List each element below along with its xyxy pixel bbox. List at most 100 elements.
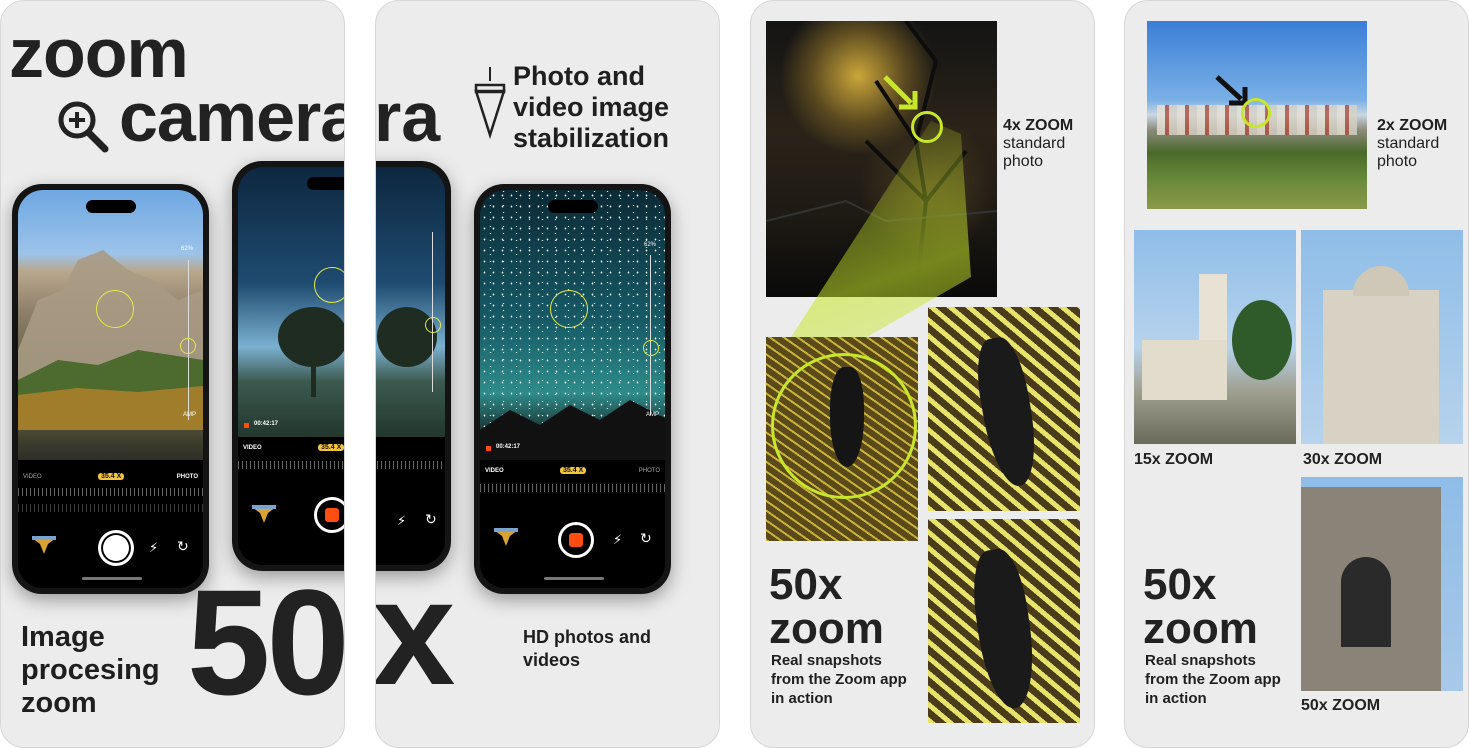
camera-controls: VIDEO 35.4 X PHOTO ⚡︎ ↻ <box>480 460 665 588</box>
crow-closeup-1 <box>928 307 1080 511</box>
mode-video[interactable]: VIDEO <box>243 445 262 451</box>
snapshots-line-3: in action <box>1145 690 1207 707</box>
record-square <box>569 533 583 547</box>
tower-30x-photo <box>1301 230 1463 444</box>
zoom-ruler-2[interactable] <box>18 504 203 512</box>
zoom-ruler[interactable] <box>238 461 344 469</box>
focus-ring[interactable] <box>96 290 134 328</box>
zoom-ruler[interactable] <box>18 488 203 496</box>
zoom-ruler[interactable] <box>376 461 445 469</box>
snapshots-caption: Real snapshots from the Zoom app in acti… <box>1145 651 1281 708</box>
flash-icon[interactable]: ⚡︎ <box>397 513 406 529</box>
subtitle-line-3: zoom <box>21 687 97 719</box>
phone-screen: 00:42:17 VIDEO 35.4 X <box>238 167 344 565</box>
phone-mockup-right: 00:42:17 VIDEO 35.4 X <box>232 161 344 571</box>
phone-mockup-left: 62% AMP VIDEO 35.4 X PHOTO ⚡︎ ↻ <box>12 184 209 594</box>
label-15x-zoom: 15x ZOOM <box>1134 451 1214 468</box>
snapshots-line-2: from the Zoom app <box>1145 671 1281 688</box>
phone-screen: 62% AMP 00:42:17 VIDEO 35.4 X PHOTO ⚡︎ ↻ <box>480 190 665 588</box>
record-square <box>325 508 339 522</box>
mode-video[interactable]: VIDEO <box>23 474 42 480</box>
headline-50x-zoom: 50x zoom <box>1143 563 1258 651</box>
tree-silhouette <box>377 307 437 367</box>
arrow-icon <box>881 73 921 113</box>
gallery-thumbnail[interactable] <box>30 534 58 558</box>
slider-percent: 62% <box>644 242 657 248</box>
snapshots-line-3: in action <box>771 690 833 707</box>
crow-zoom-ring <box>771 353 917 499</box>
church-15x-photo <box>1134 230 1296 444</box>
tower-window <box>1341 557 1391 647</box>
camera-controls: VIDEO 35.4 X <box>238 437 344 565</box>
photo-caption: 4x ZOOM standard photo <box>1003 117 1073 171</box>
headline-50x-zoom: 50x zoom <box>769 563 884 651</box>
label-50x-zoom: 50x ZOOM <box>1301 697 1381 714</box>
headline-line-2: zoom <box>1143 604 1258 653</box>
tower-50x-photo <box>1301 477 1463 691</box>
snapshots-line-1: Real snapshots <box>771 652 882 669</box>
caption-zoom-level: 4x ZOOM <box>1003 117 1074 134</box>
snapshots-caption: Real snapshots from the Zoom app in acti… <box>771 651 907 708</box>
switch-camera-icon[interactable]: ↻ <box>640 530 652 547</box>
sunset-tree-photo <box>238 167 344 457</box>
mode-photo[interactable]: PHOTO <box>639 468 660 474</box>
photo-caption: 2x ZOOM standard photo <box>1377 117 1447 171</box>
hd-caption: HD photos and videos <box>523 626 651 672</box>
zoom-slider-knob[interactable] <box>643 340 659 356</box>
record-button[interactable] <box>558 522 594 558</box>
zoom-badge: 35.4 X <box>98 473 125 480</box>
dynamic-island <box>307 177 344 190</box>
screenshot-card-2: ra Photo and video image stabilization ⚡… <box>375 0 720 748</box>
headline-line-1: 50x <box>769 560 843 609</box>
focus-ring[interactable] <box>550 290 588 328</box>
zoom-slider-knob[interactable] <box>180 338 196 354</box>
title-line-1: Photo and <box>513 61 645 91</box>
caption-line-1: standard <box>1377 135 1440 152</box>
title-line-3: stabilization <box>513 123 670 153</box>
switch-camera-icon[interactable]: ↻ <box>177 538 189 555</box>
record-timer: 00:42:17 <box>496 444 521 450</box>
shutter-button[interactable] <box>98 530 134 566</box>
subtitle: Image procesing zoom <box>21 621 160 720</box>
tower-top <box>1353 266 1409 296</box>
zoom-slider-track[interactable] <box>650 255 651 415</box>
zoom-highlight-ring <box>1241 98 1271 128</box>
hd-caption-line-2: videos <box>523 650 581 670</box>
zoom-badge: 35.4 X <box>560 467 587 474</box>
flash-icon[interactable]: ⚡︎ <box>613 532 622 548</box>
gallery-thumbnail[interactable] <box>492 526 520 550</box>
gallery-thumbnail[interactable] <box>250 503 278 527</box>
mode-video[interactable]: VIDEO <box>485 468 504 474</box>
record-button[interactable] <box>314 497 344 533</box>
mountain-photo <box>18 190 203 480</box>
zoom-ruler[interactable] <box>480 484 665 492</box>
slider-amp: AMP <box>646 412 660 418</box>
tree <box>1232 300 1292 380</box>
record-dot <box>486 446 491 451</box>
snapshots-line-2: from the Zoom app <box>771 671 907 688</box>
zoom-slider-knob[interactable] <box>425 317 441 333</box>
snapshots-line-1: Real snapshots <box>1145 652 1256 669</box>
record-timer: 00:42:17 <box>254 421 279 427</box>
title-camera: camera <box>119 77 344 157</box>
mode-photo[interactable]: PHOTO <box>177 474 198 480</box>
switch-camera-icon[interactable]: ↻ <box>425 511 437 528</box>
crow-closeup-2 <box>928 519 1080 723</box>
title-ra-fragment: ra <box>375 78 441 156</box>
screenshot-card-1: zoom camera 62% AMP VIDEO 35.4 X PHOTO ⚡… <box>0 0 345 748</box>
home-indicator <box>544 577 604 580</box>
zoom-slider-track[interactable] <box>432 232 433 392</box>
subtitle-line-1: Image <box>21 621 105 653</box>
slider-amp: AMP <box>183 412 197 418</box>
caption-line-1: standard <box>1003 135 1066 152</box>
headline-line-1: 50x <box>1143 560 1217 609</box>
starry-sky-photo <box>480 190 665 480</box>
flash-icon[interactable]: ⚡︎ <box>149 540 158 556</box>
crow-shape <box>970 333 1044 491</box>
screenshot-card-4: 2x ZOOM standard photo 15x ZOOM 30x ZOOM… <box>1124 0 1469 748</box>
focus-ring[interactable] <box>314 267 344 303</box>
plumb-bob-icon <box>472 67 508 140</box>
phone-screen: ⚡︎ ↻ <box>376 167 445 565</box>
crow-shape <box>967 546 1041 712</box>
phone-mockup-main: 62% AMP 00:42:17 VIDEO 35.4 X PHOTO ⚡︎ ↻ <box>474 184 671 594</box>
